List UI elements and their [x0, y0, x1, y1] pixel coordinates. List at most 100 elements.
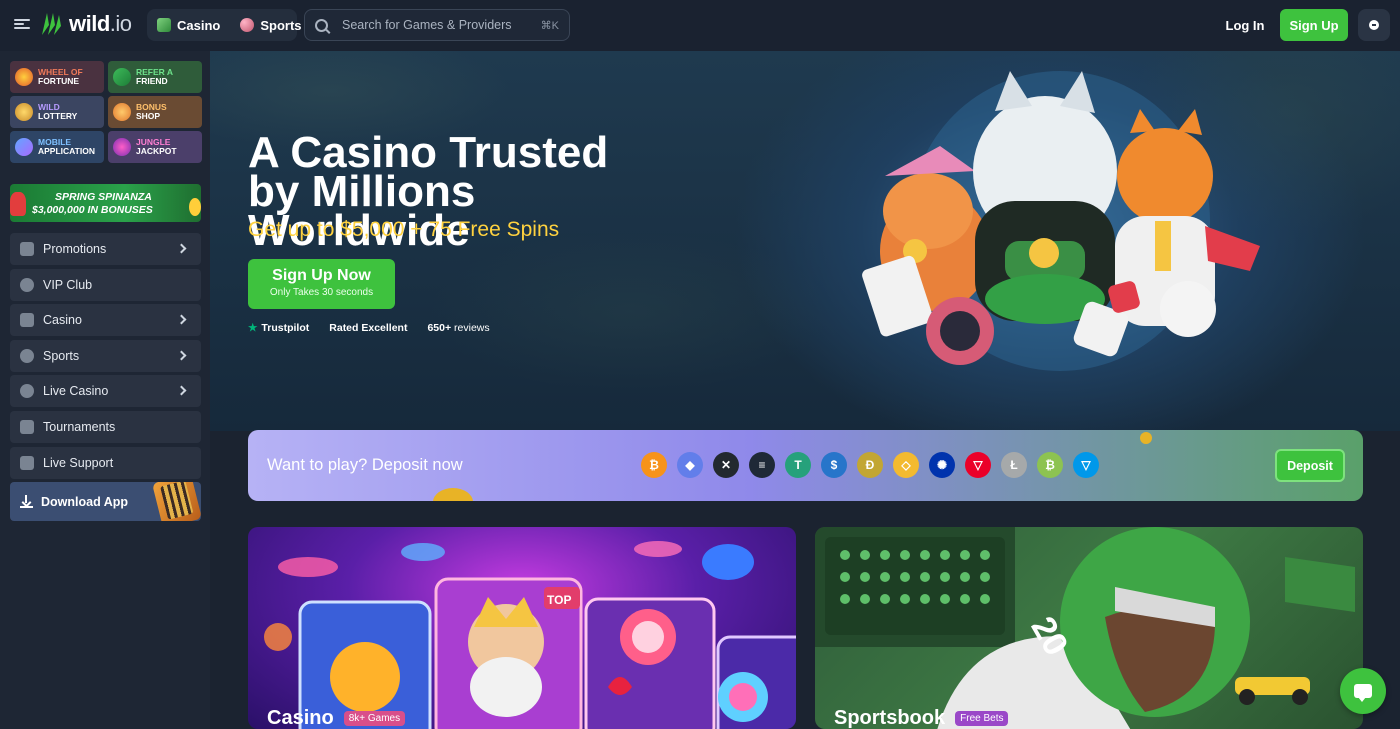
- sidebar-item-promotions[interactable]: Promotions: [10, 233, 201, 265]
- login-button[interactable]: Log In: [1212, 9, 1278, 41]
- chat-toggle-button[interactable]: [1358, 9, 1390, 41]
- feature-tiles: WHEEL OF FORTUNE REFER A FRIEND WILD LOTTER…: [10, 61, 202, 163]
- casino-card[interactable]: TOP Casino 8k+ Games: [248, 527, 796, 729]
- logo[interactable]: wild.io: [39, 11, 132, 37]
- deposit-bar: Want to play? Deposit now ₿ ◆ ✕ ≡ T $ Ð ◇ ✺ ▽ Ł ₿ ▽ …: [248, 430, 1363, 501]
- sportsbook-card-title: Sportsbook: [834, 707, 946, 729]
- sidebar-item-vip-club[interactable]: VIP Club: [10, 268, 201, 301]
- jackpot-icon: [113, 138, 131, 156]
- tile-line2: JACKPOT: [136, 146, 177, 156]
- trust-reviews-count: 650+: [427, 322, 452, 334]
- phone-illustration-icon: [152, 482, 201, 521]
- sportsbook-card[interactable]: 20 Sportsbook Free Bets: [815, 527, 1363, 729]
- sportsbook-illustration: [815, 527, 1355, 729]
- bitcoin-icon[interactable]: ₿: [641, 452, 667, 478]
- sidebar-item-label: Promotions: [43, 242, 107, 256]
- search-shortcut: ⌘K: [540, 19, 559, 32]
- cardano-icon[interactable]: ✺: [929, 452, 955, 478]
- casino-count-badge: 8k+ Games: [343, 711, 406, 726]
- casino-icon: [157, 18, 171, 32]
- sidebar-nav: Promotions VIP Club Casino Sports Live C…: [10, 233, 201, 482]
- coin-decoration-icon: [1140, 432, 1152, 444]
- bnb-icon[interactable]: ◇: [893, 452, 919, 478]
- mascots-illustration: [862, 71, 1260, 371]
- sidebar-item-live-support[interactable]: Live Support: [10, 446, 201, 479]
- usdc-icon[interactable]: $: [821, 452, 847, 478]
- download-icon: [20, 495, 33, 508]
- hero-banner: A Casino Trusted by Millions Worldwide G…: [210, 51, 1400, 431]
- tile-mobile-application[interactable]: MOBILE APPLICATION: [10, 131, 104, 163]
- tile-wheel-of-fortune[interactable]: WHEEL OF FORTUNE: [10, 61, 104, 93]
- nav-casino-button[interactable]: Casino: [147, 9, 230, 41]
- product-switcher: Casino Sports: [147, 9, 302, 41]
- download-app-label: Download App: [41, 494, 129, 509]
- megaphone-icon: [113, 68, 131, 86]
- sidebar-item-sports[interactable]: Sports: [10, 339, 201, 372]
- solana-icon[interactable]: ≡: [749, 452, 775, 478]
- ball-icon: [20, 348, 34, 363]
- xrp-icon[interactable]: ✕: [713, 452, 739, 478]
- support-icon: [20, 455, 34, 470]
- spring-spinanza-banner[interactable]: SPRING SPINANZA $3,000,000 IN BONUSES: [10, 184, 201, 222]
- ton-icon[interactable]: ▽: [1073, 452, 1099, 478]
- crypto-list: ₿ ◆ ✕ ≡ T $ Ð ◇ ✺ ▽ Ł ₿ ▽: [641, 452, 1099, 478]
- tile-line2: SHOP: [136, 111, 161, 121]
- sidebar-item-tournaments[interactable]: Tournaments: [10, 410, 201, 443]
- trustpilot-star-icon: ★: [248, 322, 258, 334]
- tile-jungle-jackpot[interactable]: JUNGLE JACKPOT: [108, 131, 202, 163]
- tile-wild-lottery[interactable]: WILD LOTTERY: [10, 96, 104, 128]
- sidebar-item-label: Casino: [43, 313, 82, 328]
- deposit-button[interactable]: Deposit: [1275, 449, 1345, 482]
- app-root: wild.io Casino Sports ⌘K Log In Sign Up …: [0, 0, 1400, 729]
- tile-line2: FORTUNE: [38, 76, 80, 86]
- casino-card-label: Casino 8k+ Games: [267, 707, 406, 729]
- mobile-icon: [15, 138, 33, 156]
- tron-icon[interactable]: ▽: [965, 452, 991, 478]
- promo-line2: $3,000,000 IN BONUSES: [32, 204, 153, 216]
- search-icon: [315, 18, 328, 32]
- dogecoin-icon[interactable]: Ð: [857, 452, 883, 478]
- chevron-right-icon: [176, 314, 187, 325]
- download-app-button[interactable]: Download App: [10, 482, 201, 521]
- chat-bubble-icon: [1354, 684, 1372, 702]
- hero-subtitle: Get up to $5,000 + 75 Free Spins: [248, 218, 560, 241]
- sidebar: WHEEL OF FORTUNE REFER A FRIEND WILD LOTTER…: [0, 51, 210, 729]
- sidebar-item-live-casino[interactable]: Live Casino: [10, 375, 201, 408]
- cta-label: Sign Up Now: [272, 267, 371, 284]
- sidebar-item-label: Live Support: [43, 455, 114, 470]
- logo-text: wild.io: [69, 11, 132, 36]
- nav-sports-label: Sports: [260, 17, 302, 33]
- trustpilot-row: ★ Trustpilot Rated Excellent 650+ reviews: [248, 322, 490, 334]
- bitcoin-cash-icon[interactable]: ₿: [1037, 452, 1063, 478]
- lottery-icon: [15, 103, 33, 121]
- cta-sublabel: Only Takes 30 seconds: [269, 287, 374, 298]
- signup-button[interactable]: Sign Up: [1280, 9, 1348, 41]
- sportsbook-card-label: Sportsbook Free Bets: [834, 707, 1009, 729]
- deposit-prompt: Want to play? Deposit now: [267, 456, 463, 474]
- nav-sports-button[interactable]: Sports: [230, 9, 311, 41]
- chevron-right-icon: [176, 385, 187, 396]
- live-chat-button[interactable]: [1340, 668, 1386, 714]
- trustpilot-brand: ★ Trustpilot: [248, 322, 309, 334]
- sidebar-item-casino[interactable]: Casino: [10, 304, 201, 337]
- sidebar-item-label: VIP Club: [43, 277, 93, 292]
- tile-bonus-shop[interactable]: BONUS SHOP: [108, 96, 202, 128]
- slot-top-tag: TOP: [547, 593, 572, 607]
- tile-refer-a-friend[interactable]: REFER A FRIEND: [108, 61, 202, 93]
- search-input[interactable]: [342, 18, 541, 32]
- chat-icon: [1369, 20, 1379, 30]
- sidebar-item-label: Live Casino: [43, 384, 109, 399]
- menu-icon[interactable]: [14, 17, 30, 33]
- ethereum-icon[interactable]: ◆: [677, 452, 703, 478]
- tether-icon[interactable]: T: [785, 452, 811, 478]
- search-box[interactable]: ⌘K: [304, 9, 570, 41]
- hero-signup-button[interactable]: Sign Up Now Only Takes 30 seconds: [248, 259, 395, 309]
- tile-line2: LOTTERY: [38, 111, 78, 121]
- dealer-icon: [20, 384, 34, 399]
- trustpilot-label: Trustpilot: [261, 322, 310, 334]
- tile-line2: APPLICATION: [38, 146, 95, 156]
- trust-reviews: 650+ reviews: [427, 322, 489, 334]
- litecoin-icon[interactable]: Ł: [1001, 452, 1027, 478]
- trust-rating: Rated Excellent: [329, 322, 408, 334]
- sportsbook-badge: Free Bets: [955, 711, 1009, 726]
